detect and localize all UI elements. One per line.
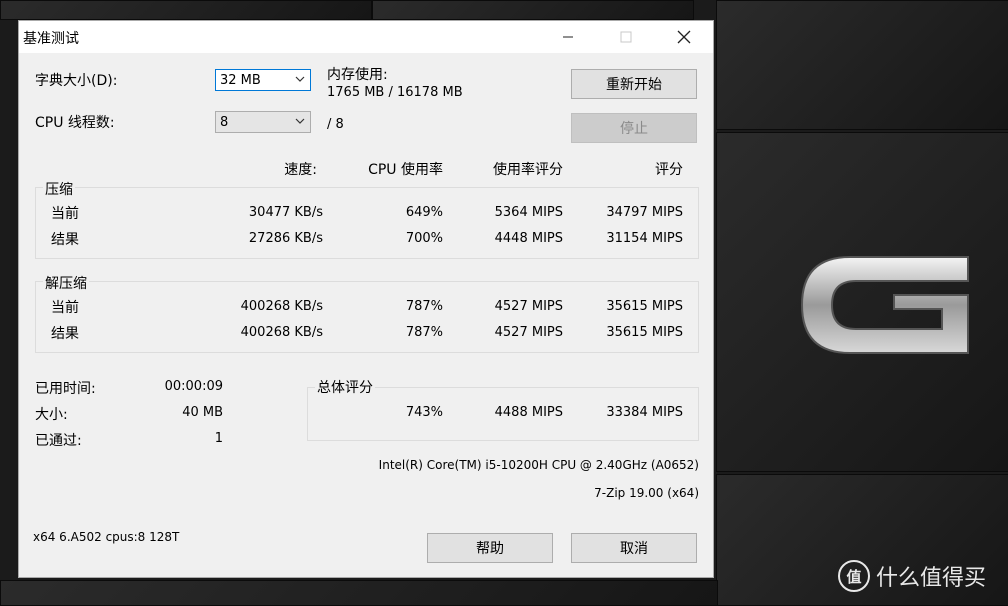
compress-current-speed: 30477 KB/s (248, 205, 323, 220)
compress-current-usage-rating: 5364 MIPS (494, 205, 563, 220)
decompress-current-speed: 400268 KB/s (240, 299, 323, 314)
background-tile (716, 0, 1008, 130)
g-logo-icon (800, 256, 969, 354)
decompress-group-title: 解压缩 (43, 273, 89, 293)
benchmark-window: 基准测试 字典大小(D): 32 MB CPU 线程数: 8 / 8 内存使用:… (18, 20, 714, 578)
total-rating-title: 总体评分 (315, 377, 375, 397)
compress-current-usage: 649% (405, 205, 443, 220)
decompress-group (35, 281, 699, 353)
cpu-threads-select[interactable]: 8 (215, 111, 311, 133)
cpu-threads-max: / 8 (327, 117, 344, 132)
compress-result-label: 结果 (51, 232, 79, 248)
watermark-logo-icon: 值 (838, 560, 870, 592)
total-rating: 33384 MIPS (606, 405, 683, 420)
compress-current-rating: 34797 MIPS (606, 205, 683, 220)
memory-usage-label: 内存使用: (327, 67, 388, 83)
elapsed-time-value: 00:00:09 (164, 379, 223, 394)
cpu-threads-label: CPU 线程数: (35, 115, 115, 131)
decompress-result-speed: 400268 KB/s (240, 325, 323, 340)
system-info: x64 6.A502 cpus:8 128T (33, 530, 180, 544)
compress-result-usage-rating: 4448 MIPS (494, 231, 563, 246)
column-rating: 评分 (655, 162, 683, 178)
help-button[interactable]: 帮助 (427, 533, 553, 563)
dictionary-size-select[interactable]: 32 MB (215, 69, 311, 91)
close-button[interactable] (655, 21, 713, 53)
column-usage-rating: 使用率评分 (493, 162, 563, 178)
watermark-text: 什么值得买 (876, 566, 987, 591)
compress-current-label: 当前 (51, 206, 79, 222)
watermark: 值 什么值得买 (838, 560, 986, 592)
total-usage: 743% (405, 405, 443, 420)
decompress-result-usage: 787% (405, 325, 443, 340)
decompress-result-usage-rating: 4527 MIPS (494, 325, 563, 340)
cpu-threads-value: 8 (220, 115, 229, 130)
size-label: 大小: (35, 407, 68, 423)
minimize-button[interactable] (539, 21, 597, 53)
close-icon (677, 30, 691, 44)
compress-result-usage: 700% (405, 231, 443, 246)
decompress-current-usage-rating: 4527 MIPS (494, 299, 563, 314)
version-info: 7-Zip 19.00 (x64) (594, 486, 699, 500)
memory-usage-value: 1765 MB / 16178 MB (327, 85, 463, 100)
window-title: 基准测试 (23, 31, 79, 47)
compress-result-speed: 27286 KB/s (248, 231, 323, 246)
background-tile (372, 0, 694, 20)
passes-label: 已通过: (35, 433, 82, 449)
column-cpu-usage: CPU 使用率 (368, 162, 443, 178)
decompress-result-rating: 35615 MIPS (606, 325, 683, 340)
size-value: 40 MB (182, 405, 223, 420)
cancel-button[interactable]: 取消 (571, 533, 697, 563)
cpu-info: Intel(R) Core(TM) i5-10200H CPU @ 2.40GH… (378, 458, 699, 472)
decompress-current-rating: 35615 MIPS (606, 299, 683, 314)
minimize-icon (563, 36, 573, 38)
compress-group (35, 187, 699, 259)
decompress-result-label: 结果 (51, 326, 79, 342)
maximize-icon (620, 31, 632, 43)
title-bar[interactable]: 基准测试 (19, 21, 713, 53)
compress-group-title: 压缩 (43, 179, 75, 199)
background-tile (0, 0, 372, 20)
total-usage-rating: 4488 MIPS (494, 405, 563, 420)
chevron-down-icon (295, 118, 305, 124)
dictionary-size-value: 32 MB (220, 73, 261, 88)
elapsed-time-label: 已用时间: (35, 381, 96, 397)
decompress-current-usage: 787% (405, 299, 443, 314)
maximize-button[interactable] (597, 21, 655, 53)
chevron-down-icon (295, 76, 305, 82)
dictionary-size-label: 字典大小(D): (35, 73, 118, 89)
compress-result-rating: 31154 MIPS (606, 231, 683, 246)
column-speed: 速度: (284, 162, 317, 178)
restart-button[interactable]: 重新开始 (571, 69, 697, 99)
stop-button[interactable]: 停止 (571, 113, 697, 143)
background-tile (0, 580, 718, 606)
passes-value: 1 (214, 431, 223, 446)
decompress-current-label: 当前 (51, 300, 79, 316)
